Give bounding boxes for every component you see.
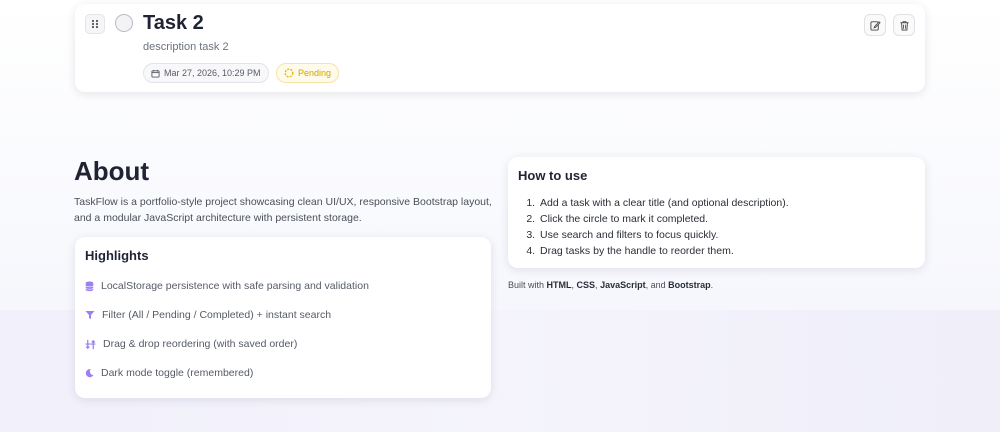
moon-icon [85, 369, 94, 378]
about-description: TaskFlow is a portfolio-style project sh… [74, 196, 492, 224]
highlights-heading: Highlights [85, 248, 149, 263]
complete-toggle-circle[interactable] [115, 14, 133, 32]
tech-javascript: JavaScript [600, 280, 646, 290]
list-item: Click the circle to mark it completed. [538, 211, 789, 227]
spinner-icon [284, 68, 294, 78]
highlight-text: Drag & drop reordering (with saved order… [103, 338, 298, 350]
drag-handle-icon [91, 19, 99, 29]
calendar-icon [151, 69, 160, 78]
filter-icon [85, 311, 95, 319]
highlight-text: LocalStorage persistence with safe parsi… [101, 280, 369, 292]
highlight-text: Dark mode toggle (remembered) [101, 367, 254, 379]
status-badge: Pending [276, 63, 340, 83]
highlight-item: Drag & drop reordering (with saved order… [85, 338, 297, 350]
built-with-prefix: Built with [508, 280, 547, 290]
list-item: Add a task with a clear title (and optio… [538, 195, 789, 211]
status-text: Pending [298, 68, 332, 78]
delete-task-button[interactable] [893, 14, 915, 36]
trash-icon [899, 20, 909, 31]
built-with-note: Built with HTML, CSS, JavaScript, and Bo… [508, 280, 713, 290]
edit-icon [869, 20, 881, 31]
drag-reorder-icon [85, 339, 96, 349]
edit-task-button[interactable] [864, 14, 886, 36]
task-date-badge: Mar 27, 2026, 10:29 PM [143, 63, 269, 83]
tech-css: CSS [576, 280, 596, 290]
highlights-card: Highlights LocalStorage persistence with… [75, 237, 491, 398]
highlight-text: Filter (All / Pending / Completed) + ins… [102, 309, 332, 321]
separator: , and [645, 280, 669, 290]
how-to-use-heading: How to use [518, 168, 588, 183]
task-title: Task 2 [143, 12, 204, 34]
tech-html: HTML [546, 280, 572, 290]
separator: . [710, 280, 714, 290]
drag-handle-button[interactable] [85, 14, 105, 34]
highlight-item: Dark mode toggle (remembered) [85, 367, 253, 379]
how-to-use-steps: Add a task with a clear title (and optio… [538, 195, 789, 259]
database-icon [85, 280, 94, 291]
tech-bootstrap: Bootstrap [668, 280, 711, 290]
task-date-text: Mar 27, 2026, 10:29 PM [164, 68, 261, 78]
highlight-item: LocalStorage persistence with safe parsi… [85, 280, 369, 292]
how-to-use-card: How to use Add a task with a clear title… [508, 157, 925, 268]
highlight-item: Filter (All / Pending / Completed) + ins… [85, 309, 331, 321]
about-heading: About [74, 156, 150, 186]
task-card: Task 2 description task 2 Mar 27, 2026, … [75, 4, 925, 92]
list-item: Drag tasks by the handle to reorder them… [538, 243, 789, 259]
list-item: Use search and filters to focus quickly. [538, 227, 789, 243]
task-description: description task 2 [143, 41, 229, 53]
